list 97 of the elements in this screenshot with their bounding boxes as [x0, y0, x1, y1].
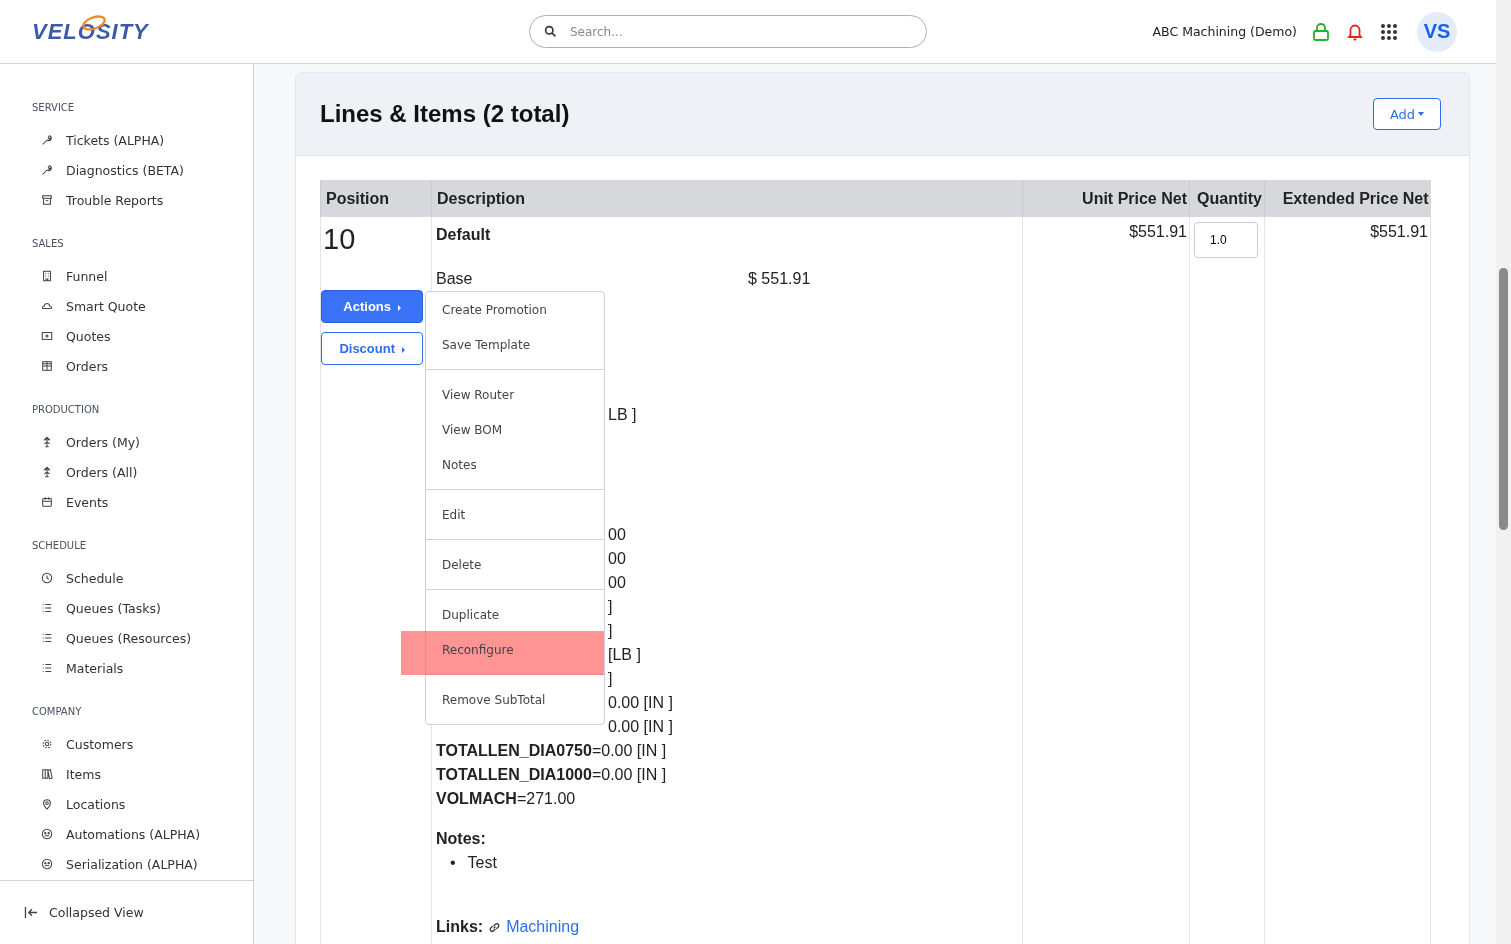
- column-header: Quantity: [1189, 180, 1265, 217]
- sidebar-item[interactable]: Materials: [32, 653, 253, 683]
- sidebar-item[interactable]: Automations (ALPHA): [32, 819, 253, 849]
- collapse-arrow-icon: [24, 906, 39, 919]
- attribute-fragment: 00: [608, 574, 626, 591]
- sidebar-item[interactable]: Orders (My): [32, 427, 253, 457]
- menu-item[interactable]: Delete: [426, 547, 604, 582]
- lock-icon[interactable]: [1311, 21, 1331, 42]
- bullet: •: [450, 853, 456, 873]
- note-text: Test: [467, 853, 497, 873]
- velosity-logo[interactable]: VELOSITY: [32, 16, 292, 47]
- sidebar-item[interactable]: Orders: [32, 351, 253, 381]
- sidebar-item[interactable]: Queues (Resources): [32, 623, 253, 653]
- list-icon: [41, 662, 53, 674]
- column-header: Unit Price Net: [1022, 180, 1190, 217]
- grid-icon: [41, 360, 53, 372]
- column-header: Description: [431, 180, 1023, 217]
- sidebar-item[interactable]: Diagnostics (BETA): [32, 155, 253, 185]
- section-heading: SERVICE: [32, 102, 76, 115]
- actions-button[interactable]: Actions: [321, 290, 423, 323]
- attribute-fragment: ]: [608, 670, 613, 687]
- wrench-icon: [41, 134, 53, 146]
- attribute-fragment: [LB ]: [608, 646, 641, 663]
- machining-link[interactable]: Machining: [506, 915, 580, 939]
- scrollbar[interactable]: [1496, 0, 1511, 944]
- card-title: Lines & Items (2 total): [320, 100, 571, 128]
- archive-icon: [41, 194, 53, 206]
- user-avatar[interactable]: VS: [1417, 11, 1457, 52]
- gear-icon: [41, 738, 53, 750]
- column-header: Extended Price Net: [1264, 180, 1431, 217]
- discount-button[interactable]: Discount: [321, 332, 423, 365]
- calendar-icon: [41, 496, 53, 508]
- card-icon: [41, 330, 53, 342]
- menu-item[interactable]: Save Template: [426, 327, 604, 362]
- attribute-fragment: LB ]: [608, 406, 637, 423]
- sidebar-item[interactable]: Tickets (ALPHA): [32, 125, 253, 155]
- section-heading: PRODUCTION: [32, 404, 101, 417]
- menu-item[interactable]: Notes: [426, 447, 604, 482]
- quantity-field[interactable]: 1.0: [1194, 222, 1258, 258]
- books-icon: [41, 768, 53, 780]
- list-icon: [41, 632, 53, 644]
- links-label: Links:: [436, 917, 484, 937]
- sidebar-item[interactable]: Serialization (ALPHA): [32, 849, 253, 879]
- attribute-fragment: 00: [608, 526, 626, 543]
- menu-item[interactable]: View BOM: [426, 412, 604, 447]
- base-price: $ 551.91: [748, 269, 811, 289]
- unit-price: $551.91: [1129, 223, 1187, 240]
- tree-icon: [41, 466, 53, 478]
- section-heading: SCHEDULE: [32, 540, 88, 553]
- menu-item[interactable]: Create Promotion: [426, 292, 604, 327]
- position-number: 10: [322, 223, 357, 257]
- company-name[interactable]: ABC Machining (Demo): [1152, 24, 1297, 39]
- sidebar-item[interactable]: Orders (All): [32, 457, 253, 487]
- attribute-line: TOTALLEN_DIA1000=0.00 [IN ]: [436, 766, 667, 783]
- apps-grid-icon[interactable]: [1379, 21, 1399, 42]
- sidebar-item[interactable]: Customers: [32, 729, 253, 759]
- cloud-icon: [41, 300, 53, 312]
- sidebar-item[interactable]: Events: [32, 487, 253, 517]
- face-icon: [41, 858, 53, 870]
- wrench-icon: [41, 164, 53, 176]
- sidebar-item[interactable]: Locations: [32, 789, 253, 819]
- face-icon: [41, 828, 53, 840]
- base-label: Base: [436, 269, 474, 289]
- collapsed-view-link[interactable]: Collapsed View: [0, 880, 253, 944]
- notes-label: Notes:: [436, 829, 487, 849]
- menu-item[interactable]: Duplicate: [426, 597, 604, 632]
- attribute-line: VOLMACH=271.00: [436, 790, 576, 807]
- sidebar-item[interactable]: Trouble Reports: [32, 185, 253, 215]
- attribute-fragment: ]: [608, 598, 613, 615]
- menu-item[interactable]: Edit: [426, 497, 604, 532]
- tree-icon: [41, 436, 53, 448]
- sidebar-item[interactable]: Schedule: [32, 563, 253, 593]
- menu-item[interactable]: Remove SubTotal: [426, 682, 604, 717]
- attribute-fragment: 00: [608, 550, 626, 567]
- sidebar-item[interactable]: Smart Quote: [32, 291, 253, 321]
- column-header: Position: [320, 180, 432, 217]
- sidebar-item[interactable]: Quotes: [32, 321, 253, 351]
- clock-icon: [41, 572, 53, 584]
- attribute-fragment: ]: [608, 622, 613, 639]
- sidebar-item[interactable]: Items: [32, 759, 253, 789]
- list-icon: [41, 602, 53, 614]
- menu-item[interactable]: View Router: [426, 377, 604, 412]
- pin-icon: [41, 798, 53, 810]
- attribute-fragment: 0.00 [IN ]: [608, 718, 673, 735]
- search-icon: [544, 25, 557, 38]
- item-name: Default: [436, 225, 492, 245]
- attribute-fragment: 0.00 [IN ]: [608, 694, 673, 711]
- attribute-line: TOTALLEN_DIA0750=0.00 [IN ]: [436, 742, 667, 759]
- section-heading: COMPANY: [32, 706, 83, 719]
- sidebar-item[interactable]: Queues (Tasks): [32, 593, 253, 623]
- sidebar-item[interactable]: Funnel: [32, 261, 253, 291]
- section-heading: SALES: [32, 238, 65, 251]
- building-icon: [41, 270, 53, 282]
- menu-item[interactable]: Reconfigure: [426, 632, 604, 667]
- extended-price: $551.91: [1370, 223, 1428, 240]
- search-field[interactable]: Search...: [529, 15, 927, 48]
- add-button[interactable]: Add: [1373, 98, 1441, 130]
